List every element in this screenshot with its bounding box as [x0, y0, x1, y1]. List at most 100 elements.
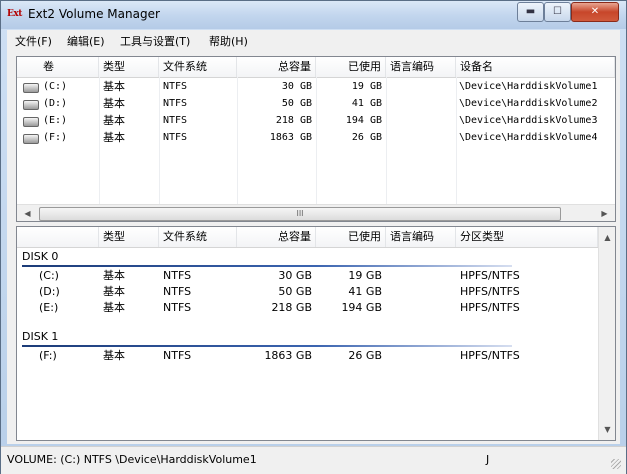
volume-codepage: [386, 96, 456, 112]
close-button[interactable]: ✕: [571, 2, 619, 22]
volume-row[interactable]: (F:) 基本 NTFS 1863 GB 26 GB \Device\Hardd…: [17, 130, 615, 146]
volume-device: \Device\HarddiskVolume4: [459, 132, 598, 143]
volume-filesystem: NTFS: [163, 98, 188, 109]
volume-total: 50 GB: [281, 98, 312, 109]
col-device[interactable]: 设备名: [456, 57, 615, 77]
volume-device: \Device\HarddiskVolume3: [459, 115, 598, 126]
volume-used: 26 GB: [351, 132, 382, 143]
volume-row[interactable]: (D:) 基本 NTFS 50 GB 41 GB \Device\Harddis…: [17, 96, 615, 112]
partition-total: 1863 GB: [264, 349, 312, 362]
volume-type: 基本: [103, 97, 125, 110]
menu-bar: 文件(F) 编辑(E) 工具与设置(T) 帮助(H): [7, 30, 620, 50]
volume-filesystem: NTFS: [163, 81, 188, 92]
volume-letter: (C:): [43, 81, 68, 92]
col-volume[interactable]: 卷: [17, 57, 99, 77]
volume-device: \Device\HarddiskVolume1: [459, 81, 598, 92]
disk-1-label: DISK 1: [22, 330, 59, 343]
partition-row[interactable]: (F:) 基本 NTFS 1863 GB 26 GB HPFS/NTFS: [17, 348, 615, 364]
volume-filesystem: NTFS: [163, 132, 188, 143]
volume-list[interactable]: 卷 类型 文件系统 总容量 已使用 语言编码 设备名 (C:) 基本 NTFS …: [16, 56, 616, 222]
menu-edit[interactable]: 编辑(E): [67, 33, 105, 49]
partition-type: 基本: [103, 349, 125, 362]
partition-type-code: HPFS/NTFS: [460, 349, 520, 362]
partition-total: 50 GB: [278, 285, 312, 298]
volume-type: 基本: [103, 131, 125, 144]
volume-total: 1863 GB: [269, 132, 312, 143]
volume-total: 30 GB: [281, 81, 312, 92]
volume-letter: (F:): [43, 132, 68, 143]
partition-used: 41 GB: [348, 285, 382, 298]
partition-list[interactable]: 类型 文件系统 总容量 已使用 语言编码 分区类型 DISK 0 (C:) 基本…: [16, 226, 616, 441]
col-partition[interactable]: [17, 227, 99, 247]
minimize-button[interactable]: ▬: [517, 2, 544, 22]
status-volume-info: VOLUME: (C:) NTFS \Device\HarddiskVolume…: [7, 453, 257, 466]
col-codepage[interactable]: 语言编码: [386, 57, 456, 77]
partition-letter: (C:): [39, 269, 59, 282]
hscroll-thumb[interactable]: III: [39, 207, 561, 221]
partition-filesystem: NTFS: [163, 285, 192, 298]
title-bar[interactable]: Ext Ext2 Volume Manager ▬ ☐ ✕: [1, 1, 626, 29]
hard-disk-icon: [23, 83, 39, 93]
scroll-left-arrow[interactable]: ◀: [19, 205, 36, 221]
partition-letter: (E:): [39, 301, 59, 314]
partition-filesystem: NTFS: [163, 301, 192, 314]
volume-list-hscrollbar[interactable]: ◀ III ▶: [17, 204, 615, 221]
col-codepage[interactable]: 语言编码: [386, 227, 456, 247]
maximize-button[interactable]: ☐: [544, 2, 571, 22]
partition-filesystem: NTFS: [163, 269, 192, 282]
status-right-text: J: [486, 453, 490, 466]
col-total[interactable]: 总容量: [237, 57, 316, 77]
menu-file[interactable]: 文件(F): [15, 33, 52, 49]
disk-separator: [22, 345, 512, 347]
scroll-down-arrow[interactable]: ▼: [599, 421, 615, 438]
disk-0-label: DISK 0: [22, 250, 59, 263]
volume-row[interactable]: (C:) 基本 NTFS 30 GB 19 GB \Device\Harddis…: [17, 79, 615, 95]
scroll-right-arrow[interactable]: ▶: [596, 205, 613, 221]
volume-codepage: [386, 113, 456, 129]
col-total[interactable]: 总容量: [237, 227, 316, 247]
hard-disk-icon: [23, 117, 39, 127]
volume-used: 41 GB: [351, 98, 382, 109]
volume-type: 基本: [103, 80, 125, 93]
volume-letter: (D:): [43, 98, 68, 109]
hard-disk-icon: [23, 100, 39, 110]
col-partition-type[interactable]: 分区类型: [456, 227, 598, 247]
scroll-up-arrow[interactable]: ▲: [599, 229, 615, 246]
client-area: 卷 类型 文件系统 总容量 已使用 语言编码 设备名 (C:) 基本 NTFS …: [7, 50, 620, 444]
partition-used: 194 GB: [341, 301, 382, 314]
partition-row[interactable]: (E:) 基本 NTFS 218 GB 194 GB HPFS/NTFS: [17, 300, 615, 316]
partition-used: 19 GB: [348, 269, 382, 282]
partition-type-code: HPFS/NTFS: [460, 285, 520, 298]
partition-total: 30 GB: [278, 269, 312, 282]
partition-type-code: HPFS/NTFS: [460, 269, 520, 282]
col-filesystem[interactable]: 文件系统: [159, 227, 237, 247]
volume-row[interactable]: (E:) 基本 NTFS 218 GB 194 GB \Device\Hardd…: [17, 113, 615, 129]
partition-row[interactable]: (C:) 基本 NTFS 30 GB 19 GB HPFS/NTFS: [17, 268, 615, 284]
col-type[interactable]: 类型: [99, 227, 159, 247]
menu-help[interactable]: 帮助(H): [209, 33, 248, 49]
partition-list-vscrollbar[interactable]: ▲ ▼: [598, 227, 615, 440]
partition-row[interactable]: (D:) 基本 NTFS 50 GB 41 GB HPFS/NTFS: [17, 284, 615, 300]
volume-list-header: 卷 类型 文件系统 总容量 已使用 语言编码 设备名: [17, 57, 615, 78]
partition-letter: (D:): [39, 285, 60, 298]
partition-type-code: HPFS/NTFS: [460, 301, 520, 314]
partition-list-header: 类型 文件系统 总容量 已使用 语言编码 分区类型: [17, 227, 615, 248]
volume-used: 194 GB: [345, 115, 382, 126]
ext2-app-icon: Ext: [7, 9, 22, 19]
col-used[interactable]: 已使用: [316, 227, 386, 247]
status-bar: VOLUME: (C:) NTFS \Device\HarddiskVolume…: [1, 446, 626, 474]
resize-grip-icon[interactable]: [611, 459, 621, 469]
volume-letter: (E:): [43, 115, 68, 126]
volume-filesystem: NTFS: [163, 115, 188, 126]
menu-tools-settings[interactable]: 工具与设置(T): [120, 33, 190, 49]
disk-separator: [22, 265, 512, 267]
col-filesystem[interactable]: 文件系统: [159, 57, 237, 77]
partition-type: 基本: [103, 269, 125, 282]
partition-type: 基本: [103, 301, 125, 314]
partition-type: 基本: [103, 285, 125, 298]
volume-device: \Device\HarddiskVolume2: [459, 98, 598, 109]
col-used[interactable]: 已使用: [316, 57, 386, 77]
col-type[interactable]: 类型: [99, 57, 159, 77]
volume-total: 218 GB: [275, 115, 312, 126]
window-title: Ext2 Volume Manager: [28, 7, 160, 21]
